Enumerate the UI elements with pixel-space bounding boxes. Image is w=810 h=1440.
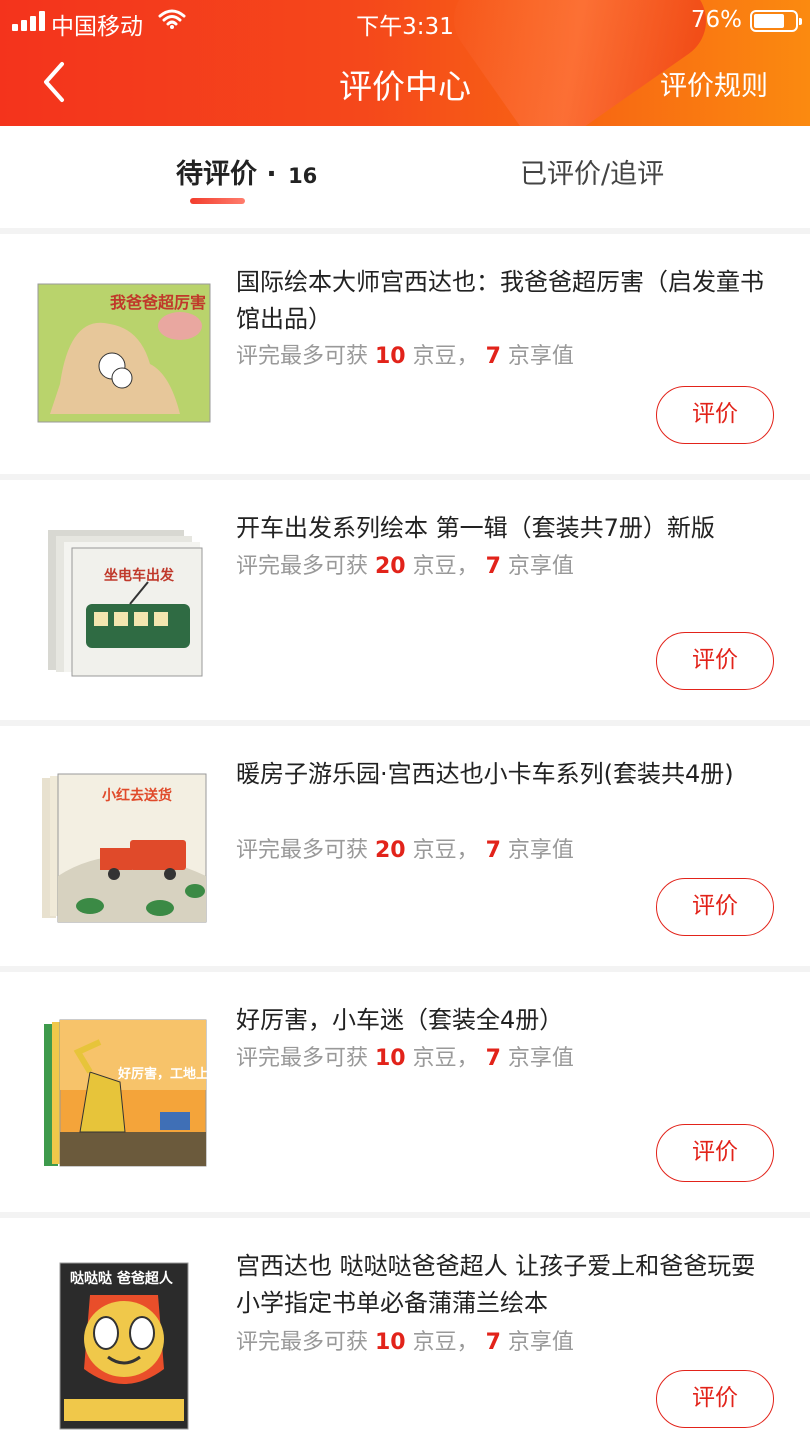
reward-info: 评完最多可获 10 京豆， 7 京享值 (236, 344, 574, 369)
value-count: 7 (485, 838, 501, 863)
review-button[interactable]: 评价 (656, 632, 774, 690)
clock: 下午3:31 (356, 14, 454, 40)
review-button[interactable]: 评价 (656, 878, 774, 936)
list-item: 哒哒哒 爸爸超人 宫西达也 哒哒哒爸爸超人 让孩子爱上和爸爸玩耍 小学指定书单必… (0, 1218, 810, 1440)
list-item: 坐电车出发 开车出发系列绘本 第一辑（套装共7册）新版 评完最多可获 20 京豆… (0, 480, 810, 720)
tab-reviewed[interactable]: 已评价/追评 (520, 152, 664, 191)
product-image[interactable]: 哒哒哒 爸爸超人 (30, 1258, 212, 1430)
product-image[interactable]: 好厉害，工地上的车 (30, 1012, 212, 1172)
reward-info: 评完最多可获 20 京豆， 7 京享值 (236, 838, 574, 863)
value-count: 7 (485, 344, 501, 369)
list-item: 小红去送货 暖房子游乐园·宫西达也小卡车系列(套装共4册) 评完最多可获 20 … (0, 726, 810, 966)
value-count: 7 (485, 1330, 501, 1355)
bean-count: 20 (375, 554, 406, 579)
product-name[interactable]: 国际绘本大师宫西达也：我爸爸超厉害（启发童书馆出品） (236, 264, 776, 338)
review-button[interactable]: 评价 (656, 1124, 774, 1182)
status-bar: 中国移动 下午3:31 76% (0, 0, 810, 42)
battery-icon (750, 10, 802, 32)
product-name[interactable]: 开车出发系列绘本 第一辑（套装共7册）新版 (236, 510, 776, 547)
cover-title: 好厉害，工地上的车 (117, 1066, 212, 1082)
cover-title: 我爸爸超厉害 (110, 293, 206, 312)
tab-pending-count: 16 (288, 164, 318, 188)
product-image[interactable]: 我爸爸超厉害 (30, 274, 212, 434)
list-item: 我爸爸超厉害 国际绘本大师宫西达也：我爸爸超厉害（启发童书馆出品） 评完最多可获… (0, 234, 810, 474)
battery-percentage: 76% (690, 7, 742, 33)
cover-title: 哒哒哒 爸爸超人 (70, 1270, 174, 1287)
product-name[interactable]: 好厉害，小车迷（套装全4册） (236, 1002, 776, 1039)
product-image[interactable]: 小红去送货 (30, 766, 212, 926)
bean-count: 10 (375, 344, 406, 369)
value-count: 7 (485, 554, 501, 579)
reward-info: 评完最多可获 10 京豆， 7 京享值 (236, 1330, 574, 1355)
product-image[interactable]: 坐电车出发 (30, 520, 212, 680)
value-count: 7 (485, 1046, 501, 1071)
tab-pending-review[interactable]: 待评价 · 16 (176, 152, 317, 191)
tab-pending-label: 待评价 · (176, 159, 287, 190)
list-item: 好厉害，工地上的车 好厉害，小车迷（套装全4册） 评完最多可获 10 京豆， 7… (0, 972, 810, 1212)
bean-count: 10 (375, 1046, 406, 1071)
product-name[interactable]: 暖房子游乐园·宫西达也小卡车系列(套装共4册) (236, 756, 776, 793)
app-header: 中国移动 下午3:31 76% 评价中心 评价规则 (0, 0, 810, 126)
bean-count: 10 (375, 1330, 406, 1355)
review-rules-link[interactable]: 评价规则 (660, 64, 768, 103)
product-name[interactable]: 宫西达也 哒哒哒爸爸超人 让孩子爱上和爸爸玩耍 小学指定书单必备蒲蒲兰绘本 (236, 1248, 776, 1322)
review-button[interactable]: 评价 (656, 1370, 774, 1428)
active-tab-indicator (190, 198, 245, 204)
cover-title: 坐电车出发 (104, 567, 175, 584)
cover-title: 小红去送货 (102, 787, 172, 804)
tab-bar: 待评价 · 16 已评价/追评 (0, 126, 810, 228)
reward-info: 评完最多可获 10 京豆， 7 京享值 (236, 1046, 574, 1071)
review-button[interactable]: 评价 (656, 386, 774, 444)
reward-info: 评完最多可获 20 京豆， 7 京享值 (236, 554, 574, 579)
bean-count: 20 (375, 838, 406, 863)
